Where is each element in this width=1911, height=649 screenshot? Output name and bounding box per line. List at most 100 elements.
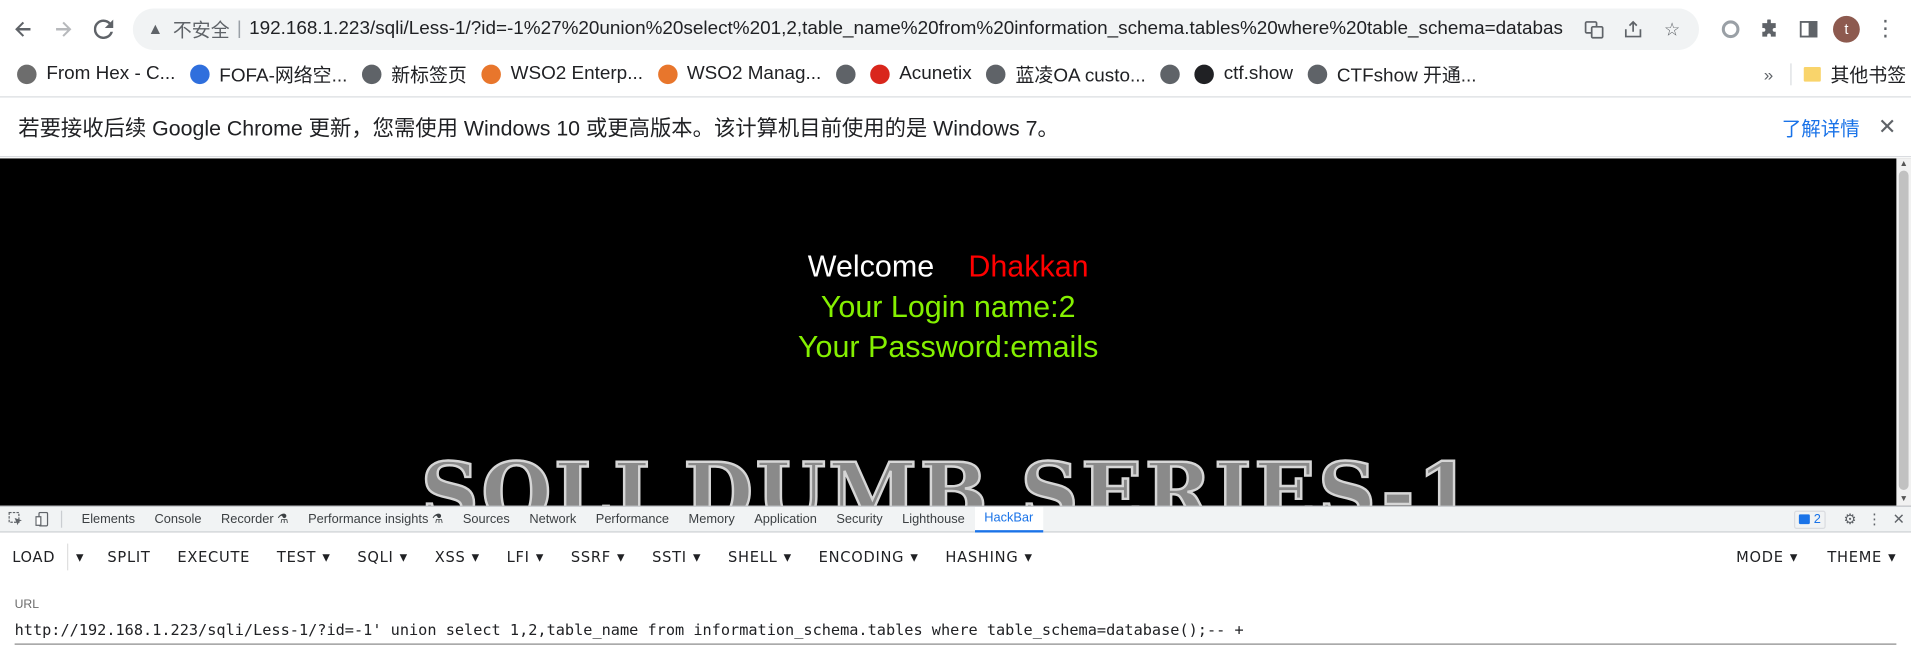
issues-icon xyxy=(1799,514,1811,525)
bookmark-item[interactable]: From Hex - C... xyxy=(17,63,175,85)
devtools-tab-memory[interactable]: Memory xyxy=(679,506,745,532)
bookmark-item[interactable]: ctf.show xyxy=(1194,63,1293,85)
bookmarks-overflow-icon[interactable]: » xyxy=(1764,64,1774,84)
devtools-tab-performance[interactable]: Performance xyxy=(586,506,679,532)
menu-kebab-icon[interactable]: ⋮ xyxy=(1874,16,1896,42)
hackbar-sqli-button[interactable]: SQLI ▼ xyxy=(344,533,421,582)
inspect-element-icon[interactable] xyxy=(5,508,27,530)
devtools-tab-application[interactable]: Application xyxy=(745,506,827,532)
welcome-block: Welcome Dhakkan Your Login name:2 Your Pa… xyxy=(0,247,1896,368)
bookmark-item[interactable]: WSO2 Manag... xyxy=(657,63,821,85)
issues-count: 2 xyxy=(1813,511,1821,527)
load-button[interactable]: LOAD xyxy=(0,543,69,571)
hackbar-item-label: THEME xyxy=(1827,548,1883,566)
close-icon[interactable]: ✕ xyxy=(1878,114,1896,140)
hackbar-item-label: LFI xyxy=(506,548,530,566)
dropdown-caret-icon: ▼ xyxy=(783,551,792,563)
page-scrollbar[interactable]: ▲ ▼ xyxy=(1896,158,1911,506)
hackbar-item-label: SQLI xyxy=(357,548,394,566)
bookmark-star-icon[interactable]: ☆ xyxy=(1653,12,1692,46)
hackbar-xss-button[interactable]: XSS ▼ xyxy=(421,533,493,582)
hackbar-item-label: SSRF xyxy=(570,548,611,566)
hackbar-split-button[interactable]: SPLIT xyxy=(94,533,164,582)
bookmark-item[interactable]: 蓝凌OA custo... xyxy=(986,60,1146,87)
dropdown-caret-icon: ▼ xyxy=(535,551,545,563)
back-icon[interactable] xyxy=(6,12,40,46)
wso2-icon xyxy=(481,63,501,84)
hackbar-ssti-button[interactable]: SSTI ▼ xyxy=(639,533,715,582)
hackbar-shell-button[interactable]: SHELL ▼ xyxy=(715,533,806,582)
omnibox-actions: ☆ xyxy=(1562,7,1699,50)
bookmark-item[interactable]: 新标签页 xyxy=(361,60,467,87)
hackbar-ssrf-button[interactable]: SSRF ▼ xyxy=(557,533,638,582)
dropdown-caret-icon: ▼ xyxy=(399,551,408,563)
hackbar-item-label: SHELL xyxy=(728,548,778,566)
hackbar-item-label: SSTI xyxy=(652,548,687,566)
hackbar-test-button[interactable]: TEST ▼ xyxy=(263,533,343,582)
device-toolbar-icon[interactable] xyxy=(32,508,54,530)
devtools-tab-recorder[interactable]: Recorder ⚗ xyxy=(211,506,298,532)
book-icon xyxy=(986,63,1006,84)
hackbar-lfi-button[interactable]: LFI ▼ xyxy=(493,533,557,582)
devtools-tab-sources[interactable]: Sources xyxy=(453,506,519,532)
bookmark-label: FOFA-网络空... xyxy=(219,65,348,86)
share-icon[interactable] xyxy=(1614,12,1653,46)
devtools-tab-hackbar[interactable]: HackBar xyxy=(974,506,1044,532)
url-field-label: URL xyxy=(14,598,40,612)
other-bookmarks[interactable]: 其他书签 xyxy=(1831,60,1907,87)
url-input[interactable]: http://192.168.1.223/sqli/Less-1/?id=-1'… xyxy=(15,620,1244,638)
hackbar-menu: LOAD ▼ SPLIT EXECUTE TEST ▼ SQLI ▼ XSS ▼ LFI ▼ SSR… xyxy=(0,532,1911,582)
extensions-puzzle-icon[interactable] xyxy=(1750,12,1789,46)
bookmark-item[interactable]: CTFshow 开通... xyxy=(1307,60,1477,87)
hackbar-item-label: MODE xyxy=(1736,548,1784,566)
hackbar-item-label: EXECUTE xyxy=(177,548,251,566)
translate-icon[interactable] xyxy=(1575,12,1614,46)
hackbar-theme-button[interactable]: THEME ▼ xyxy=(1813,533,1911,582)
bookmark-label: CTFshow 开通... xyxy=(1336,65,1477,86)
forward-icon[interactable] xyxy=(46,12,80,46)
bookmark-item[interactable]: FOFA-网络空... xyxy=(190,60,347,87)
extension-circle-icon[interactable] xyxy=(1711,12,1750,46)
scroll-thumb[interactable] xyxy=(1898,170,1909,490)
devtools-tab-console[interactable]: Console xyxy=(145,506,211,532)
address-text[interactable]: 192.168.1.223/sqli/Less-1/?id=-1%27%20un… xyxy=(249,18,1595,40)
fofa-shield-icon xyxy=(190,63,210,84)
devtools-tab-security[interactable]: Security xyxy=(827,506,893,532)
dropdown-caret-icon: ▼ xyxy=(1789,551,1799,563)
series-banner: SQLI DUMB SERIES-1 xyxy=(420,444,1476,506)
scroll-up-icon[interactable]: ▲ xyxy=(1896,158,1911,170)
dropdown-caret-icon: ▼ xyxy=(471,551,480,563)
hackbar-hashing-button[interactable]: HASHING ▼ xyxy=(932,533,1046,582)
hackbar-item-label: SPLIT xyxy=(107,548,151,566)
issues-counter[interactable]: 2 xyxy=(1794,510,1826,529)
reload-icon[interactable] xyxy=(87,12,121,46)
settings-gear-icon[interactable]: ⚙ xyxy=(1838,511,1862,528)
load-dropdown-icon[interactable]: ▼ xyxy=(69,551,94,562)
update-infobar: 若要接收后续 Google Chrome 更新，您需使用 Windows 10 … xyxy=(0,96,1911,158)
devtools-tab-lighthouse[interactable]: Lighthouse xyxy=(892,506,974,532)
dropdown-caret-icon: ▼ xyxy=(910,551,919,563)
bookmark-item[interactable]: Acunetix xyxy=(869,63,972,85)
more-options-icon[interactable]: ⋮ xyxy=(1862,511,1886,528)
runner-icon xyxy=(1194,63,1214,84)
bookmark-item[interactable] xyxy=(1160,63,1180,84)
devtools-tab-elements[interactable]: Elements xyxy=(72,506,145,532)
bookmark-label: ctf.show xyxy=(1223,62,1294,84)
dropdown-caret-icon: ▼ xyxy=(322,551,331,563)
bookmark-item[interactable]: WSO2 Enterp... xyxy=(481,63,643,85)
profile-avatar[interactable]: t xyxy=(1833,15,1860,43)
bookmark-item[interactable] xyxy=(835,63,856,84)
devtools-tab-performance-insights[interactable]: Performance insights ⚗ xyxy=(298,506,453,532)
bookmark-label: 新标签页 xyxy=(391,65,467,86)
hackbar-encoding-button[interactable]: ENCODING ▼ xyxy=(805,533,932,582)
close-devtools-icon[interactable]: ✕ xyxy=(1887,511,1911,528)
address-bar[interactable]: ▲ 不安全 | 192.168.1.223/sqli/Less-1/?id=-1… xyxy=(132,7,1699,50)
devtools-tabbar: Elements Console Recorder ⚗ Performance ins… xyxy=(0,505,1911,533)
devtools-tab-network[interactable]: Network xyxy=(520,506,586,532)
scroll-down-icon[interactable]: ▼ xyxy=(1896,494,1911,506)
learn-more-link[interactable]: 了解详情 xyxy=(1782,112,1860,141)
dropdown-caret-icon: ▼ xyxy=(1888,551,1897,563)
hackbar-mode-button[interactable]: MODE ▼ xyxy=(1722,533,1813,582)
hackbar-execute-button[interactable]: EXECUTE xyxy=(164,533,264,582)
side-panel-icon[interactable] xyxy=(1789,12,1828,46)
